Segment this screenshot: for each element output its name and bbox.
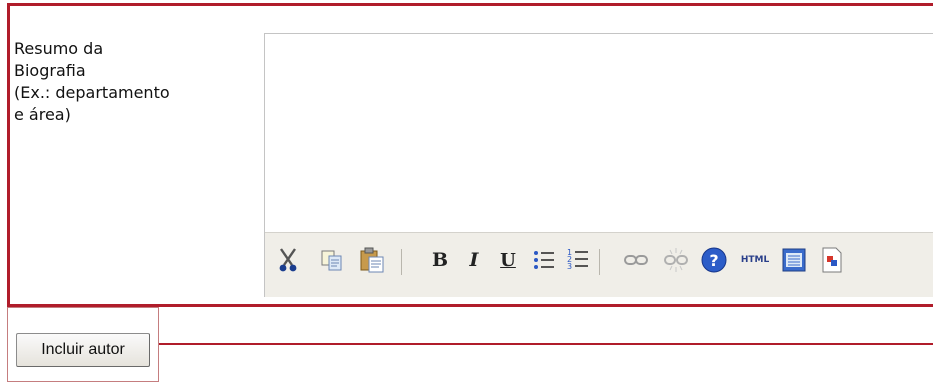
bio-label-line: e área) <box>14 105 71 124</box>
italic-button[interactable]: I <box>459 245 489 275</box>
bullet-list-button[interactable] <box>529 245 559 275</box>
help-icon: ? <box>701 247 727 273</box>
editor-toolbar: B I U 1 2 3 ? HTML <box>265 232 933 297</box>
rich-text-editor: B I U 1 2 3 ? HTML <box>264 33 933 297</box>
bold-button[interactable]: B <box>425 245 455 275</box>
paste-icon <box>360 247 384 273</box>
bio-label-line: (Ex.: departamento <box>14 83 170 102</box>
bold-icon: B <box>431 249 449 271</box>
scissors-icon <box>279 248 297 272</box>
underline-icon: U <box>500 249 516 271</box>
link-button[interactable] <box>621 245 651 275</box>
svg-text:?: ? <box>709 251 718 270</box>
paste-button[interactable] <box>357 245 387 275</box>
bio-label: Resumo da Biografia (Ex.: departamento e… <box>14 38 254 126</box>
toolbar-separator <box>599 249 600 275</box>
bio-label-line: Biografia <box>14 61 86 80</box>
divider-line <box>159 343 933 345</box>
svg-text:3: 3 <box>567 262 572 271</box>
template-icon <box>822 247 842 273</box>
cut-button[interactable] <box>273 245 303 275</box>
help-button[interactable]: ? <box>699 245 729 275</box>
link-icon <box>624 255 648 265</box>
italic-icon: I <box>469 249 479 271</box>
document-icon <box>782 248 806 272</box>
unlink-icon <box>664 248 688 272</box>
toolbar-separator <box>401 249 402 275</box>
copy-button[interactable] <box>317 245 347 275</box>
html-icon: HTML <box>740 255 770 265</box>
html-button[interactable]: HTML <box>735 245 775 275</box>
include-author-button[interactable]: Incluir autor <box>16 333 150 367</box>
copy-icon <box>321 250 342 271</box>
numbered-list-icon: 1 2 3 <box>567 248 588 271</box>
template-button[interactable] <box>817 245 847 275</box>
source-button[interactable] <box>779 245 809 275</box>
numbered-list-button[interactable]: 1 2 3 <box>563 245 593 275</box>
bio-editor-area[interactable] <box>265 34 933 232</box>
underline-button[interactable]: U <box>493 245 523 275</box>
unlink-button[interactable] <box>661 245 691 275</box>
bullet-list-icon <box>534 251 554 269</box>
bio-label-line: Resumo da <box>14 39 104 58</box>
